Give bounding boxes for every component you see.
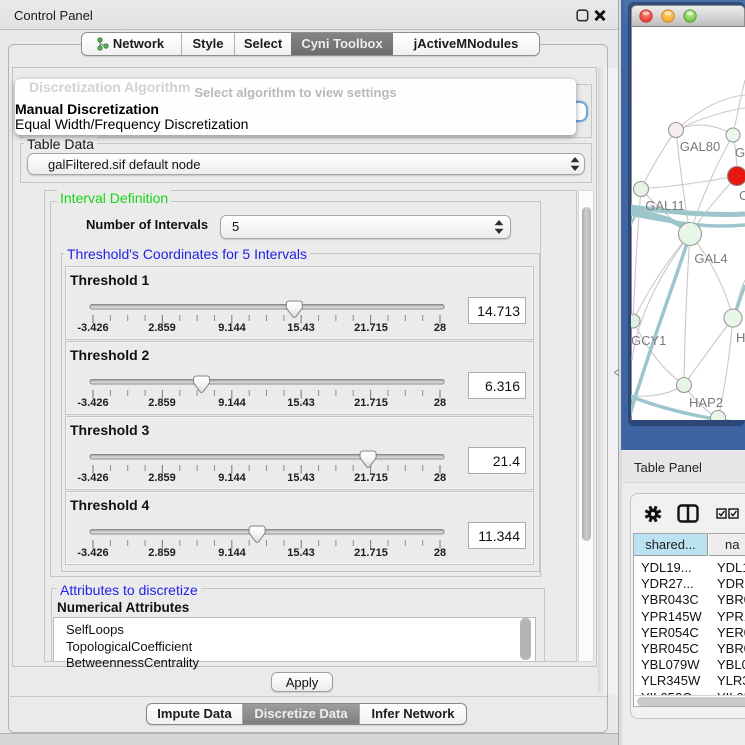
svg-text:GCY1: GCY1 — [631, 333, 666, 348]
svg-text:GAL80: GAL80 — [680, 139, 720, 154]
svg-text:GAL4: GAL4 — [694, 251, 727, 266]
svg-text:HAP2: HAP2 — [689, 395, 723, 410]
svg-text:G.: G. — [735, 145, 745, 160]
svg-text:H: H — [736, 330, 745, 345]
svg-text:GAL11: GAL11 — [645, 198, 685, 213]
svg-text:C: C — [739, 188, 745, 203]
